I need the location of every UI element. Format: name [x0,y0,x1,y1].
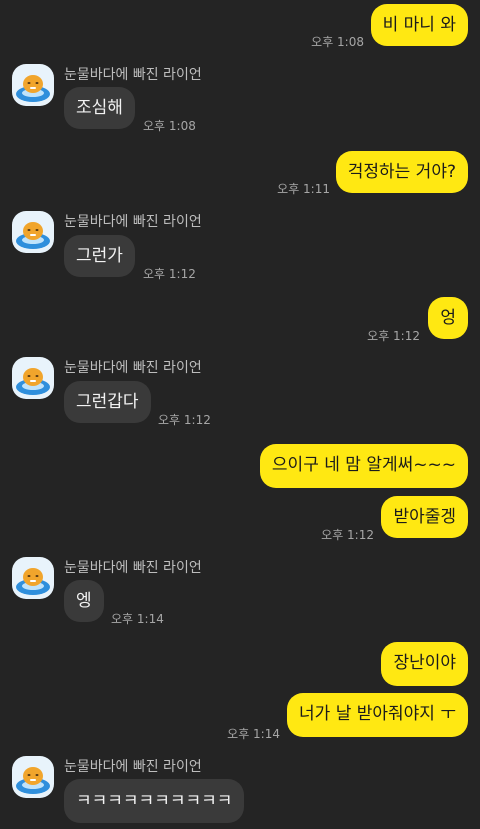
message-bubble-sent[interactable]: 너가 날 받아줘야지 ㅜ [287,693,468,737]
sender-avatar[interactable] [12,557,54,599]
sender-avatar[interactable] [12,211,54,253]
message-time: 오후 1:14 [227,727,280,741]
message-bubble-sent[interactable]: 걱정하는 거야? [335,151,468,193]
sender-name: 눈물바다에 빠진 라이언 [64,759,202,775]
message-bubble-received[interactable]: 그런가 [64,235,135,277]
sender-avatar[interactable] [12,357,54,399]
message-time: 오후 1:12 [143,267,196,281]
message-time: 오후 1:11 [277,182,330,196]
sender-name: 눈물바다에 빠진 라이언 [64,560,202,576]
lion-avatar-icon [16,75,50,102]
message-time: 오후 1:12 [158,413,211,427]
sender-name: 눈물바다에 빠진 라이언 [64,67,202,83]
sender-avatar[interactable] [12,64,54,106]
message-time: 오후 1:08 [143,119,196,133]
message-bubble-received[interactable]: 조심해 [64,87,135,129]
sender-name: 눈물바다에 빠진 라이언 [64,360,202,376]
message-bubble-sent[interactable]: 받아줄겡 [381,496,468,538]
sender-avatar[interactable] [12,756,54,798]
sender-name: 눈물바다에 빠진 라이언 [64,214,202,230]
lion-avatar-icon [16,368,50,395]
message-bubble-sent[interactable]: 비 마니 와 [370,4,468,46]
message-time: 오후 1:12 [321,528,374,542]
message-bubble-sent[interactable]: 엉 [428,297,468,339]
message-bubble-sent[interactable]: 장난이야 [381,642,468,686]
message-time: 오후 1:14 [111,612,164,626]
lion-avatar-icon [16,767,50,794]
message-bubble-received[interactable]: ㅋㅋㅋㅋㅋㅋㅋㅋㅋㅋ [64,779,245,823]
lion-avatar-icon [16,222,50,249]
message-bubble-received[interactable]: 그런갑다 [64,381,151,423]
message-time: 오후 1:08 [311,35,364,49]
message-bubble-sent[interactable]: 으이구 네 맘 알게써~~~ [259,444,468,488]
lion-avatar-icon [16,568,50,595]
message-bubble-received[interactable]: 엥 [64,580,104,622]
message-time: 오후 1:12 [367,329,420,343]
